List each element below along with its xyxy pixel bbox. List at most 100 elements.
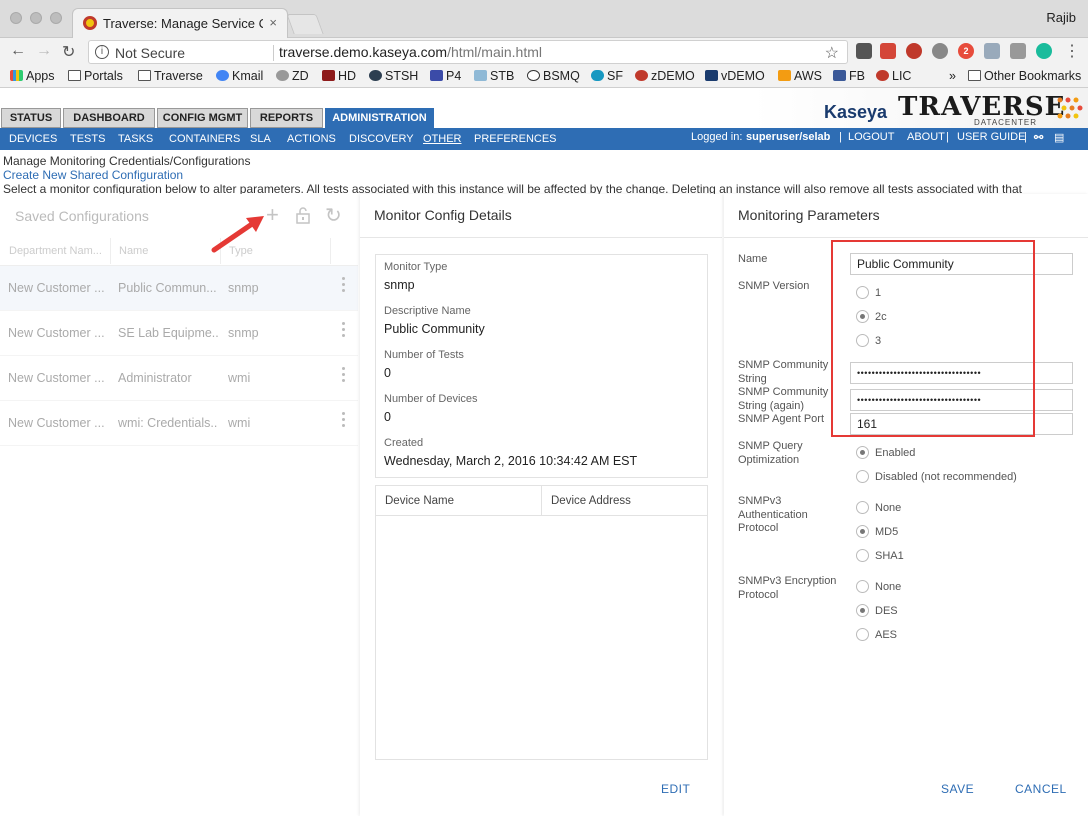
subnav-preferences[interactable]: PREFERENCES [474,133,557,145]
encryption-protocol-radio-aes[interactable]: AES [856,628,897,644]
table-row[interactable]: New Customer ... Administrator wmi [0,356,358,401]
edit-button[interactable]: EDIT [661,782,690,796]
cancel-button[interactable]: CANCEL [1015,782,1067,796]
community-string-again-input[interactable]: •••••••••••••••••••••••••••••••••• [850,389,1073,411]
tab-reports[interactable]: REPORTS [250,108,323,128]
salesforce-cloud-icon [591,70,604,81]
bookmark-p4[interactable]: P4 [430,69,461,83]
snmp-version-radio-1[interactable]: 1 [856,286,881,302]
bookmark-portals[interactable]: Portals [68,69,123,83]
bookmark-aws[interactable]: AWS [778,69,822,83]
query-optimization-radio-enabled[interactable]: Enabled [856,446,915,462]
window-extension-icon[interactable] [1010,43,1026,59]
close-window-button[interactable] [10,12,22,24]
tab-status[interactable]: STATUS [1,108,61,128]
row-menu-icon[interactable] [340,322,348,340]
subnav-discovery[interactable]: DISCOVERY [349,133,414,145]
back-icon[interactable]: ← [10,42,26,60]
table-row[interactable]: New Customer ... SE Lab Equipme... snmp [0,311,358,356]
url-bar[interactable]: i Not Secure traverse.demo.kaseya.com/ht… [88,40,848,64]
column-header-department[interactable]: Department Nam... [9,245,102,257]
forward-icon[interactable]: → [36,42,52,60]
descriptive-name-label: Descriptive Name [384,305,471,317]
adblock-extension-icon[interactable] [906,43,922,59]
about-link[interactable]: ABOUT [907,131,945,143]
info-extension-icon[interactable] [932,43,948,59]
auth-protocol-radio-sha1[interactable]: SHA1 [856,549,904,565]
column-header-name[interactable]: Name [119,245,148,257]
bookmark-fb[interactable]: FB [833,69,865,83]
bookmark-traverse[interactable]: Traverse [138,69,203,83]
bookmark-hd[interactable]: HD [322,69,356,83]
name-input[interactable] [850,253,1073,275]
m-extension-icon[interactable] [1036,43,1052,59]
create-shared-config-link[interactable]: Create New Shared Configuration [3,168,183,182]
bookmark-bsmq[interactable]: BSMQ [527,69,580,83]
column-header-device-name[interactable]: Device Name [385,495,454,507]
agent-port-input[interactable] [850,413,1073,435]
bookmark-zdemo[interactable]: zDEMO [635,69,695,83]
encryption-protocol-radio-none[interactable]: None [856,580,901,596]
bookmarks-overflow-button[interactable]: » [949,69,956,83]
tab-config-mgmt[interactable]: CONFIG MGMT [157,108,248,128]
snmp-version-radio-2c[interactable]: 2c [856,310,887,326]
window-icon[interactable]: ▤ [1054,131,1064,144]
security-label: Not Secure [115,45,186,61]
cell-name: Administrator [118,371,192,385]
subnav-devices[interactable]: DEVICES [9,133,57,145]
bookmark-label: STSH [385,69,419,83]
tab-administration[interactable]: ADMINISTRATION [325,108,434,128]
reload-icon[interactable]: ↻ [62,42,75,62]
maximize-window-button[interactable] [50,12,62,24]
bookmark-other[interactable]: Other Bookmarks [968,69,1081,83]
browser-tab-active[interactable]: Traverse: Manage Service Con × [72,8,288,38]
refresh-icon[interactable]: ↻ [325,203,342,228]
snowflake-extension-icon[interactable] [984,43,1000,59]
minimize-window-button[interactable] [30,12,42,24]
info-icon[interactable]: i [95,45,109,59]
subnav-containers[interactable]: CONTAINERS [169,133,240,145]
url-text[interactable]: traverse.demo.kaseya.com/html/main.html [279,44,542,60]
subnav-other[interactable]: OTHER [423,133,462,145]
column-header-device-address[interactable]: Device Address [551,495,631,507]
bookmark-lic[interactable]: LIC [876,69,911,83]
row-menu-icon[interactable] [340,412,348,430]
table-row[interactable]: New Customer ... wmi: Credentials... wmi [0,401,358,446]
new-tab-button[interactable] [286,14,324,34]
row-menu-icon[interactable] [340,367,348,385]
bookmark-vdemo[interactable]: vDEMO [705,69,765,83]
column-header-type[interactable]: Type [229,245,253,257]
subnav-tests[interactable]: TESTS [70,133,105,145]
browser-menu-icon[interactable]: ⋮ [1064,41,1080,61]
lock-icon[interactable] [295,206,311,224]
bookmark-stb[interactable]: STB [474,69,514,83]
subnav-sla[interactable]: SLA [250,133,271,145]
query-optimization-radio-disabled[interactable]: Disabled (not recommended) [856,470,1017,486]
user-guide-link[interactable]: USER GUIDE [957,131,1025,143]
link-icon[interactable]: ⚯ [1034,131,1043,144]
table-row[interactable]: New Customer ... Public Commun... snmp [0,266,358,311]
browser-profile-name[interactable]: Rajib [1046,10,1076,25]
add-icon[interactable]: + [266,202,279,228]
bookmark-sf[interactable]: SF [591,69,623,83]
gmail-extension-icon[interactable] [880,43,896,59]
save-button[interactable]: SAVE [941,782,974,796]
row-menu-icon[interactable] [340,277,348,295]
bookmark-star-icon[interactable]: ☆ [825,43,839,63]
pocket-extension-icon[interactable] [856,43,872,59]
notification-extension-icon[interactable]: 2 [958,43,974,59]
bookmark-zd[interactable]: ZD [276,69,309,83]
community-string-input[interactable]: •••••••••••••••••••••••••••••••••• [850,362,1073,384]
subnav-tasks[interactable]: TASKS [118,133,153,145]
bookmark-stsh[interactable]: STSH [369,69,418,83]
snmp-version-radio-3[interactable]: 3 [856,334,881,350]
logout-link[interactable]: LOGOUT [848,131,894,143]
bookmark-kmail[interactable]: Kmail [216,69,263,83]
auth-protocol-radio-md5[interactable]: MD5 [856,525,898,541]
encryption-protocol-radio-des[interactable]: DES [856,604,898,620]
tab-close-icon[interactable]: × [269,15,277,30]
tab-dashboard[interactable]: DASHBOARD [63,108,155,128]
subnav-actions[interactable]: ACTIONS [287,133,336,145]
bookmark-apps[interactable]: Apps [10,69,55,83]
auth-protocol-radio-none[interactable]: None [856,501,901,517]
